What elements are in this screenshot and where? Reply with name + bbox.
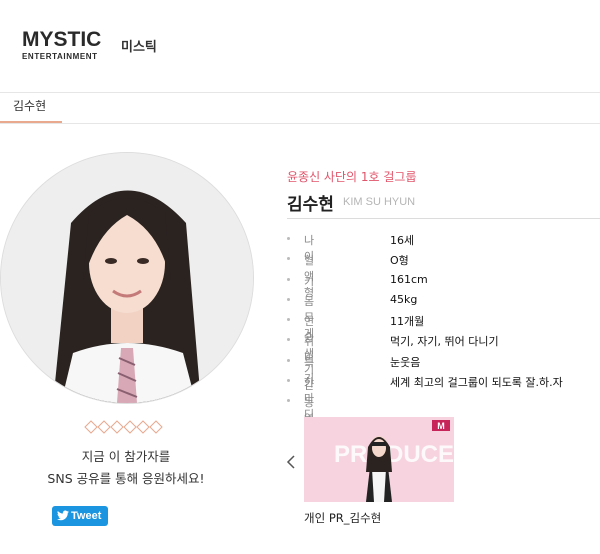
bullet-icon [287,297,290,301]
profile-photo [0,152,254,404]
tweet-label: Tweet [71,510,102,522]
logo-sub-text: ENTERTAINMENT [22,52,98,61]
info-label: 키 [304,274,315,288]
video-bg-text: PRODUCE [334,441,454,468]
info-value: 눈웃음 [390,355,421,369]
chevron-left-icon[interactable] [286,455,296,469]
info-value: 먹기, 자기, 뛰어 다니기 [390,335,499,349]
tab-trainee[interactable]: 김수현 [0,93,62,123]
catchphrase: 윤종신 사단의 1호 걸그룹 [287,170,417,184]
bullet-icon [287,399,290,403]
agency-name: 미스틱 [121,40,157,55]
mystic-logo[interactable]: MYSTIC ENTERTAINMENT [22,28,102,61]
bullet-icon [287,237,290,240]
info-value: 세계 최고의 걸그룹이 되도록 잘.하.자 [390,376,563,390]
video-logo-text: M [437,421,445,431]
bullet-icon [287,358,290,362]
diamond-pattern-icon [84,420,163,434]
tab-bar: 김수현 [0,93,600,124]
bullet-icon [287,338,290,342]
bullet-icon [287,257,290,261]
video-thumbnail[interactable]: PRODUCE M [304,417,454,502]
info-value: 45kg [390,292,418,306]
bullet-icon [287,379,290,383]
bullet-icon [287,318,290,322]
cheer-line-2: SNS 공유를 통해 응원하세요! [47,471,205,486]
info-value: 16세 [390,234,415,247]
info-value: 161cm [390,272,428,286]
tweet-button[interactable]: Tweet [52,506,108,526]
trainee-name: 김수현 [287,195,334,215]
bullet-icon [287,277,290,281]
video-caption[interactable]: 개인 PR_김수현 [304,510,381,526]
share-cheer-text: 지금 이 참가자를 SNS 공유를 통해 응원하세요! [0,446,252,490]
site-header: MYSTIC ENTERTAINMENT 미스틱 [0,0,600,93]
divider [287,218,600,219]
info-value: 11개월 [390,315,425,329]
cheer-line-1: 지금 이 참가자를 [81,449,171,464]
twitter-bird-icon [57,510,69,521]
info-value: O형 [390,254,409,268]
trainee-name-en: KIM SU HYUN [343,196,416,208]
logo-main-text: MYSTIC [22,28,102,51]
